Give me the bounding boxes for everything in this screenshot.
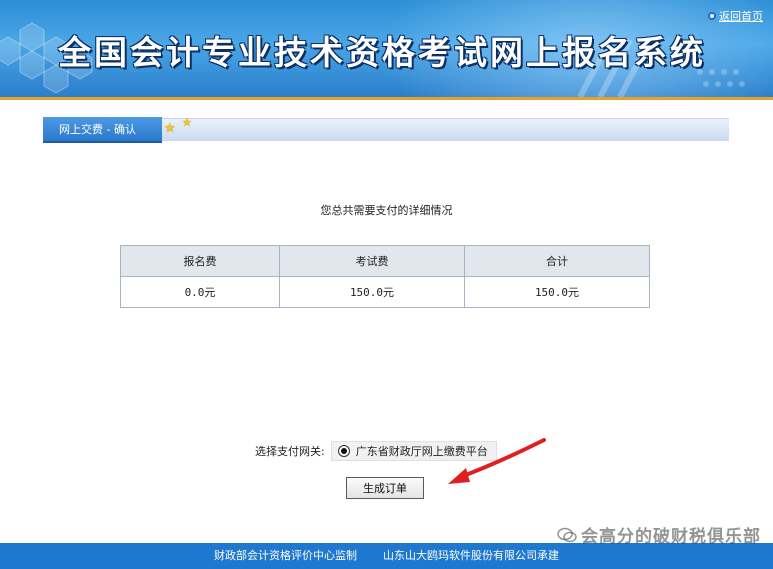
home-dot-icon [708,12,716,20]
return-home-link[interactable]: 返回首页 [708,8,763,24]
table-header-row: 报名费 考试费 合计 [120,245,650,277]
content-panel [43,118,729,538]
table-row: 0.0元 150.0元 150.0元 [120,276,650,308]
return-home-label: 返回首页 [719,10,763,23]
exam-fee-value: 150.0元 [279,276,465,308]
footer-supervisor: 财政部会计资格评价中心监制 [214,549,357,562]
star-icon: ★ [164,121,176,136]
header-registration-fee: 报名费 [120,245,280,277]
header-total: 合计 [464,245,650,277]
generate-order-button[interactable]: 生成订单 [346,477,424,499]
breadcrumb-tab: 网上交费 - 确认 [43,117,162,143]
watermark: 会高分的破财税俱乐部 [557,522,761,547]
star-icon: ★ [182,116,192,129]
header-exam-fee: 考试费 [279,245,465,277]
system-title: 全国会计专业技术资格考试网上报名系统 [58,33,706,72]
header-divider [0,97,773,100]
watermark-text: 会高分的破财税俱乐部 [581,527,761,547]
registration-fee-value: 0.0元 [120,276,280,308]
payment-gateway-label: 选择支付网关: [255,445,325,458]
wechat-icon [557,527,577,542]
header-banner: 全国会计专业技术资格考试网上报名系统 返回首页 [0,0,773,97]
total-value: 150.0元 [464,276,650,308]
fee-table: 报名费 考试费 合计 0.0元 150.0元 150.0元 [120,245,650,308]
payment-summary-title: 您总共需要支付的详细情况 [320,204,453,217]
footer-builder: 山东山大鸥玛软件股份有限公司承建 [383,549,559,562]
gateway-radio[interactable] [337,445,350,457]
red-arrow-annotation [448,438,546,484]
